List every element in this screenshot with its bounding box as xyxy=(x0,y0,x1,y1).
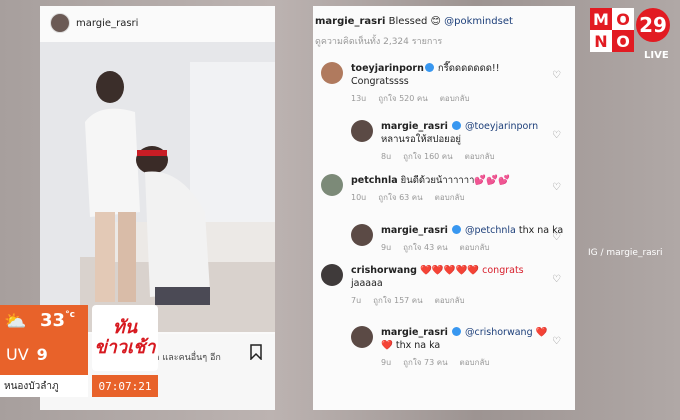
logo-letter: O xyxy=(612,30,634,52)
post-photo xyxy=(40,42,275,332)
avatar[interactable] xyxy=(321,174,343,196)
temperature: 33 xyxy=(40,310,66,331)
comment-text: กรี๊ดดดดดดด!! xyxy=(434,63,500,74)
comment-likes[interactable]: ถูกใจ 73 คน xyxy=(403,358,447,367)
clock: 07:07:21 xyxy=(92,375,158,397)
reply-button[interactable]: ตอบกลับ xyxy=(435,193,465,202)
verified-badge-icon xyxy=(424,63,434,72)
uv-label: UV xyxy=(6,345,29,364)
reply-button[interactable]: ตอบกลับ xyxy=(435,296,465,305)
comment-text-line2: jaaaaa xyxy=(351,278,383,289)
comment-likes[interactable]: ถูกใจ 63 คน xyxy=(378,193,422,202)
view-all-comments-link[interactable]: ดูความคิดเห็นทั้ง 2,324 รายการ xyxy=(315,34,442,48)
source-credit: IG / margie_rasri xyxy=(588,248,663,258)
logo-letter: M xyxy=(590,8,612,30)
comment-text: ❤️ xyxy=(532,327,548,338)
heart-icon[interactable]: ♡ xyxy=(552,232,561,243)
heart-icon[interactable]: ♡ xyxy=(552,70,561,81)
comment-time: 13u xyxy=(351,94,367,103)
reply-button[interactable]: ตอบกลับ xyxy=(460,243,490,252)
location-label: หนองบัวลำภู xyxy=(0,375,88,397)
logo-letter: O xyxy=(612,8,634,30)
comment-text: ยินดีด้วยน้าาาาาา💕💕💕 xyxy=(397,175,510,186)
comment-username[interactable]: petchnla xyxy=(351,175,398,186)
comment-username[interactable]: toeyjarinporn xyxy=(351,63,424,74)
verified-badge-icon xyxy=(451,121,461,130)
comment-username[interactable]: crishorwang xyxy=(351,265,417,276)
comment-time: 9u xyxy=(381,243,392,252)
avatar[interactable] xyxy=(351,326,373,348)
partly-cloudy-icon: ⛅ xyxy=(4,311,27,332)
channel-logo: M O N O 29 LIVE xyxy=(590,8,674,68)
comment-item: petchnla ยินดีด้วยน้าาาาาา💕💕💕 10u ถูกใจ 6… xyxy=(321,174,510,204)
comment-mention[interactable]: @crishorwang xyxy=(465,327,533,338)
comment-mention[interactable]: @toeyjarinporn xyxy=(465,121,538,132)
comment-likes[interactable]: ถูกใจ 43 คน xyxy=(403,243,447,252)
reply-button[interactable]: ตอบกลับ xyxy=(460,358,490,367)
reply-button[interactable]: ตอบกลับ xyxy=(440,94,470,103)
comment-reply-item: margie_rasri @petchnla thx na ka 9u ถูกใจ… xyxy=(351,224,563,254)
heart-icon[interactable]: ♡ xyxy=(552,130,561,141)
temperature-unit: °c xyxy=(65,310,75,320)
post-username[interactable]: margie_rasri xyxy=(76,18,138,29)
heart-icon[interactable]: ♡ xyxy=(552,274,561,285)
caption-text: Blessed 😊 xyxy=(385,16,445,27)
post-header: margie_rasri xyxy=(40,6,275,40)
bookmark-icon[interactable] xyxy=(250,344,262,360)
avatar[interactable] xyxy=(321,264,343,286)
caption-username[interactable]: margie_rasri xyxy=(315,16,385,27)
logo-letter: N xyxy=(590,30,612,52)
avatar[interactable] xyxy=(351,224,373,246)
reply-button[interactable]: ตอบกลับ xyxy=(465,152,495,161)
post-caption: margie_rasri Blessed 😊 @pokmindset xyxy=(315,16,513,27)
avatar[interactable] xyxy=(50,13,70,33)
show-logo: ทัน ข่าวเช้า xyxy=(92,305,158,371)
live-badge: LIVE xyxy=(644,50,669,61)
comment-reply-item: margie_rasri @toeyjarinporn หลานรอให้สปอ… xyxy=(351,120,538,163)
verified-badge-icon xyxy=(451,225,461,234)
comment-username[interactable]: margie_rasri xyxy=(381,121,448,132)
avatar[interactable] xyxy=(351,120,373,142)
comment-text: ❤️❤️❤️❤️❤️ congrats xyxy=(416,265,524,276)
comment-item: crishorwang ❤️❤️❤️❤️❤️ congrats jaaaaa 7… xyxy=(321,264,524,307)
comment-text-line2: ❤️ thx na ka xyxy=(381,340,441,351)
caption-mention[interactable]: @pokmindset xyxy=(444,16,513,27)
comment-reply-item: margie_rasri @crishorwang ❤️ ❤️ thx na k… xyxy=(351,326,547,369)
comments-panel: margie_rasri Blessed 😊 @pokmindset ดูควา… xyxy=(313,6,575,410)
show-logo-line2: ข่าวเช้า xyxy=(94,337,156,358)
comment-likes[interactable]: ถูกใจ 157 คน xyxy=(373,296,422,305)
comment-item: toeyjarinporn กรี๊ดดดดดดด!! Congratssss … xyxy=(321,62,500,105)
comment-likes[interactable]: ถูกใจ 160 คน xyxy=(403,152,452,161)
uv-value: 9 xyxy=(36,345,48,364)
heart-icon[interactable]: ♡ xyxy=(552,182,561,193)
avatar[interactable] xyxy=(321,62,343,84)
heart-icon[interactable]: ♡ xyxy=(552,336,561,347)
comment-username[interactable]: margie_rasri xyxy=(381,225,448,236)
comment-text-line2: หลานรอให้สปอยอยู่ xyxy=(381,134,461,145)
show-logo-line1: ทัน xyxy=(112,317,138,338)
comment-likes[interactable]: ถูกใจ 520 คน xyxy=(378,94,427,103)
comment-text-line2: Congratssss xyxy=(351,76,409,87)
comment-time: 8u xyxy=(381,152,392,161)
comment-username[interactable]: margie_rasri xyxy=(381,327,448,338)
logo-channel-number: 29 xyxy=(636,8,670,42)
comment-time: 10u xyxy=(351,193,367,202)
comment-time: 9u xyxy=(381,358,392,367)
weather-widget: ⛅ 33°c UV 9 xyxy=(0,305,88,375)
comment-mention[interactable]: @petchnla xyxy=(465,225,516,236)
verified-badge-icon xyxy=(451,327,461,336)
comment-time: 7u xyxy=(351,296,362,305)
